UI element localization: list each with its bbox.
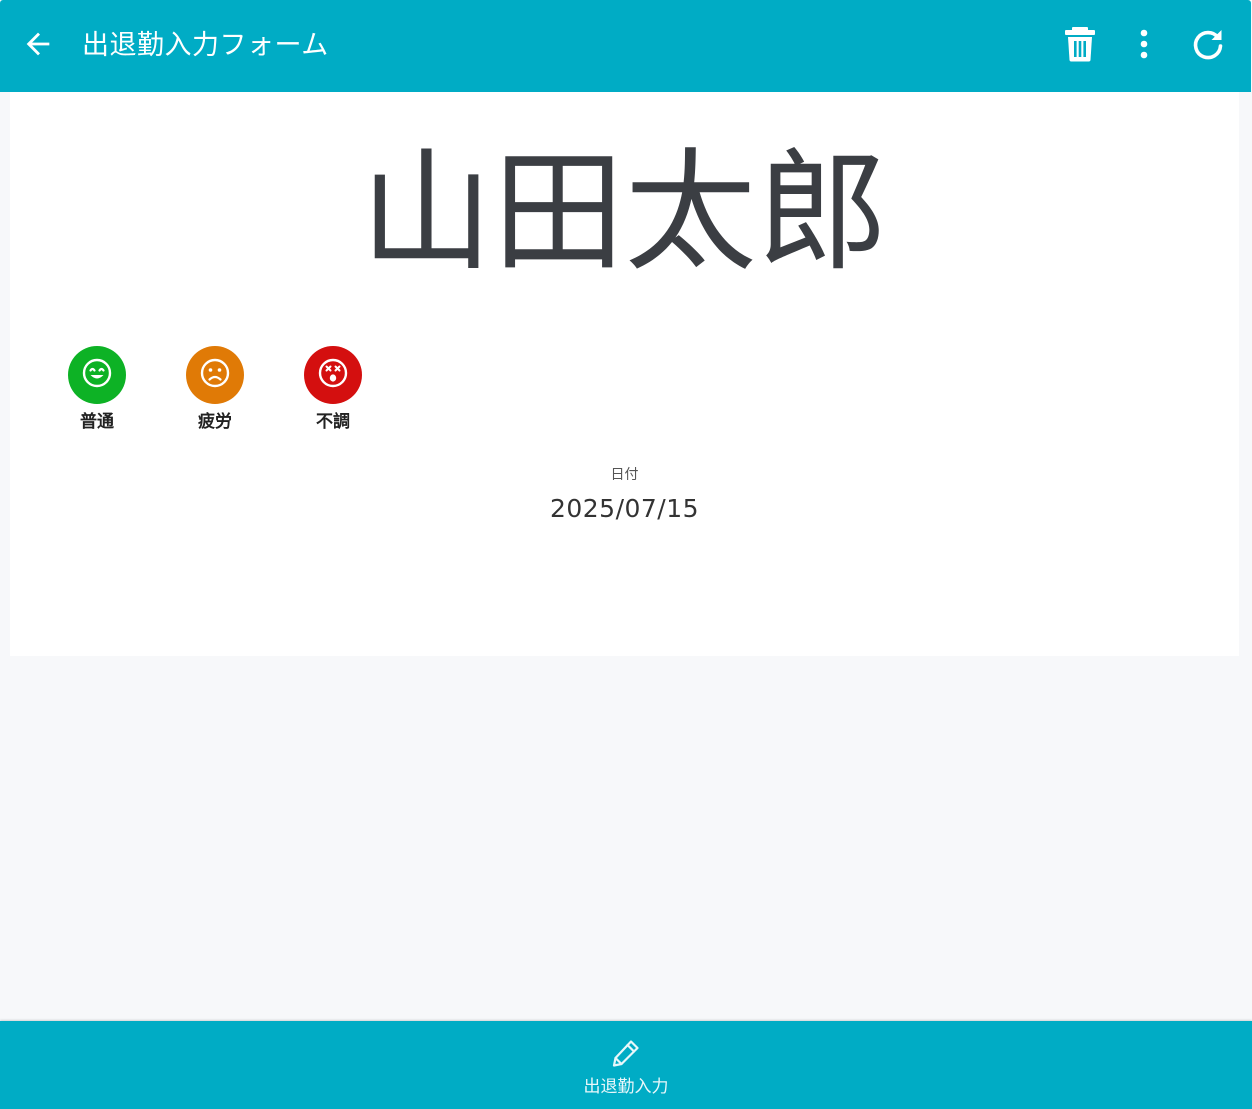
condition-normal-label: 普通 (80, 412, 114, 432)
pencil-icon (610, 1037, 642, 1069)
refresh-button[interactable] (1184, 22, 1232, 70)
condition-tired-button[interactable]: 疲労 (175, 346, 255, 433)
more-options-button[interactable] (1120, 22, 1168, 70)
nav-item-attendance-input[interactable]: 出退勤入力 (546, 1021, 706, 1109)
smile-icon (81, 357, 113, 393)
back-button[interactable] (14, 22, 62, 70)
condition-normal-button[interactable]: 普通 (57, 346, 137, 433)
condition-tired-label: 疲労 (198, 412, 232, 432)
nav-item-label: 出退勤入力 (583, 1077, 669, 1097)
page: 出退勤入力フォーム 山田太郎 普通 疲労 不調 日付 2025/07/15 出退… (0, 0, 1252, 1109)
bottom-navigation: 出退勤入力 (0, 1021, 1252, 1109)
person-name: 山田太郎 (360, 136, 889, 290)
delete-button[interactable] (1056, 22, 1104, 70)
trash-icon (1063, 26, 1097, 66)
app-bar: 出退勤入力フォーム (0, 0, 1251, 92)
page-title: 出退勤入力フォーム (82, 30, 329, 61)
frown-icon (199, 357, 231, 393)
condition-tired-circle (186, 346, 244, 404)
date-value[interactable]: 2025/07/15 (10, 493, 1239, 525)
dizzy-icon (317, 357, 349, 393)
condition-normal-circle (68, 346, 126, 404)
more-vertical-icon (1139, 29, 1149, 63)
condition-ill-label: 不調 (316, 412, 350, 432)
date-label: 日付 (610, 467, 639, 483)
condition-ill-circle (304, 346, 362, 404)
attendance-card: 山田太郎 普通 疲労 不調 日付 2025/07/15 (10, 92, 1239, 656)
refresh-icon (1191, 27, 1225, 65)
condition-ill-button[interactable]: 不調 (293, 346, 373, 433)
arrow-left-icon (21, 27, 55, 65)
